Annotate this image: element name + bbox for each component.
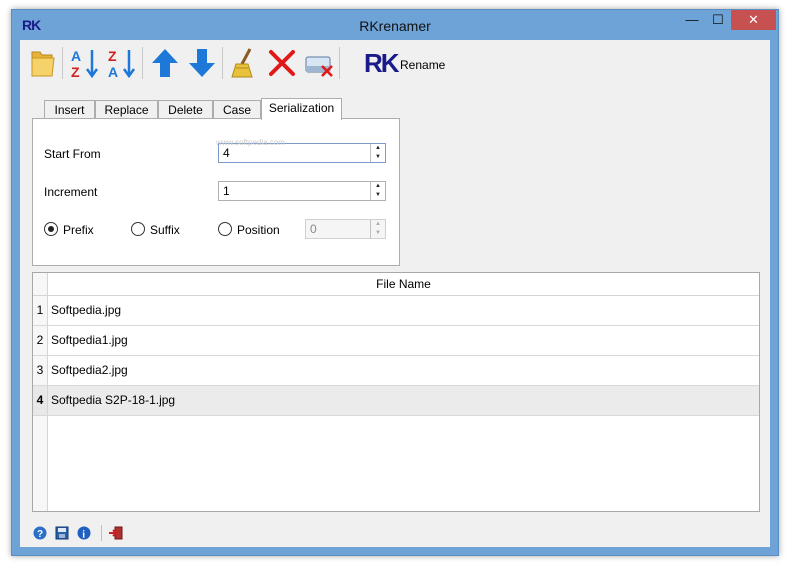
file-grid[interactable]: File Name 1 Softpedia.jpg 2 Softpedia1.j… — [32, 272, 760, 512]
sort-za-button[interactable]: Z A — [105, 46, 139, 80]
table-row[interactable]: 2 Softpedia1.jpg — [33, 326, 759, 356]
status-bar: ? i — [20, 520, 770, 547]
status-separator — [101, 525, 102, 541]
tab-replace[interactable]: Replace — [95, 100, 158, 119]
svg-text:i: i — [82, 530, 85, 541]
rename-label: Rename — [400, 58, 446, 72]
table-row-selected[interactable]: 4 Softpedia S2P-18-1.jpg — [33, 386, 759, 416]
prefix-label: Prefix — [63, 223, 94, 237]
remove-button[interactable] — [265, 46, 299, 80]
clear-list-button[interactable] — [302, 46, 336, 80]
tab-delete[interactable]: Delete — [158, 100, 213, 119]
arrow-up-icon — [152, 49, 178, 77]
close-button[interactable]: ✕ — [731, 10, 776, 30]
exit-icon — [109, 526, 123, 540]
info-icon: i — [77, 526, 91, 541]
file-name-cell[interactable]: Softpedia S2P-18-1.jpg — [51, 386, 175, 415]
eraser-icon — [305, 56, 333, 77]
grid-corner[interactable] — [33, 273, 48, 296]
sort-az-icon: A Z — [71, 48, 99, 80]
table-row[interactable]: 1 Softpedia.jpg — [33, 296, 759, 326]
svg-text:Z: Z — [108, 48, 117, 64]
toolbar: A Z Z A RK Rename — [20, 40, 770, 88]
svg-text:A: A — [108, 64, 118, 80]
row-number[interactable]: 4 — [33, 386, 48, 415]
suffix-radio[interactable] — [131, 222, 145, 236]
folder-icon — [31, 51, 55, 77]
toolbar-separator — [62, 47, 63, 79]
row-number[interactable]: 2 — [33, 326, 48, 355]
rk-logo-icon: RK — [364, 48, 400, 78]
window-title: RKrenamer — [359, 18, 431, 34]
tab-serialization[interactable]: Serialization — [261, 98, 342, 120]
broom-icon — [231, 48, 253, 78]
spin-up-icon[interactable]: ▲ — [371, 144, 385, 153]
toolbar-separator — [222, 47, 223, 79]
spin-down-icon[interactable]: ▼ — [371, 191, 385, 200]
tab-insert[interactable]: Insert — [44, 100, 95, 119]
file-name-column-header[interactable]: File Name — [48, 273, 759, 296]
sort-az-button[interactable]: A Z — [68, 46, 102, 80]
file-name-cell[interactable]: Softpedia.jpg — [51, 296, 121, 325]
start-from-label: Start From — [44, 147, 101, 161]
move-down-button[interactable] — [185, 46, 219, 80]
row-number[interactable]: 1 — [33, 296, 48, 325]
start-from-value: 4 — [223, 146, 230, 160]
open-folder-button[interactable] — [26, 46, 60, 80]
exit-button[interactable] — [108, 526, 123, 540]
arrow-down-icon — [189, 49, 215, 77]
svg-text:?: ? — [37, 529, 43, 540]
row-number[interactable]: 3 — [33, 356, 48, 385]
app-window: RK RKrenamer — ☐ ✕ A Z Z A RK Rename Ins… — [11, 9, 779, 556]
increment-value: 1 — [223, 184, 230, 198]
title-bar[interactable]: RK RKrenamer — ☐ ✕ — [12, 10, 778, 40]
spin-arrows[interactable]: ▲ ▼ — [370, 182, 385, 200]
increment-label: Increment — [44, 185, 98, 199]
move-up-button[interactable] — [148, 46, 182, 80]
spin-down-icon: ▼ — [375, 230, 381, 236]
file-name-cell[interactable]: Softpedia2.jpg — [51, 356, 128, 385]
spin-arrows: ▲ ▼ — [370, 220, 385, 238]
save-settings-button[interactable] — [55, 526, 69, 540]
save-settings-icon — [55, 526, 69, 540]
maximize-button[interactable]: ☐ — [706, 10, 730, 30]
position-radio[interactable] — [218, 222, 232, 236]
client-area: A Z Z A RK Rename Insert Replace Delete … — [20, 40, 770, 547]
increment-spinbox[interactable]: 1 ▲ ▼ — [218, 181, 386, 201]
file-name-cell[interactable]: Softpedia1.jpg — [51, 326, 128, 355]
help-button[interactable]: ? — [33, 526, 47, 540]
tab-case[interactable]: Case — [213, 100, 261, 119]
position-label: Position — [237, 223, 280, 237]
watermark: www.softpedia.com — [216, 138, 285, 147]
sort-za-icon: Z A — [108, 48, 136, 80]
spin-up-icon[interactable]: ▲ — [371, 182, 385, 191]
svg-text:A: A — [71, 48, 81, 64]
toolbar-separator — [339, 47, 340, 79]
spin-down-icon[interactable]: ▼ — [371, 153, 385, 162]
prefix-radio[interactable] — [44, 222, 58, 236]
clean-button[interactable] — [228, 46, 262, 80]
svg-text:Z: Z — [71, 64, 80, 80]
info-button[interactable]: i — [77, 526, 91, 541]
spin-arrows[interactable]: ▲ ▼ — [370, 144, 385, 162]
minimize-button[interactable]: — — [680, 10, 704, 30]
red-x-icon — [269, 50, 295, 76]
position-value: 0 — [310, 222, 317, 236]
toolbar-separator — [142, 47, 143, 79]
table-row[interactable]: 3 Softpedia2.jpg — [33, 356, 759, 386]
spin-up-icon: ▲ — [375, 221, 381, 227]
help-icon: ? — [33, 526, 47, 540]
suffix-label: Suffix — [150, 223, 180, 237]
position-spinbox: 0 ▲ ▼ — [305, 219, 386, 239]
